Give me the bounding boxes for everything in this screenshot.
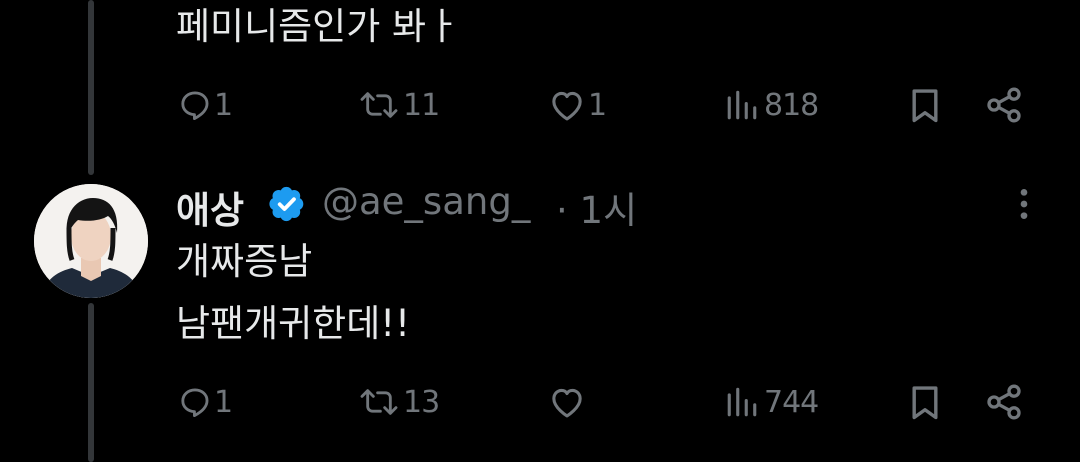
retweet-icon <box>360 92 398 118</box>
verified-badge-icon <box>269 186 304 222</box>
reply-count: 1 <box>214 384 233 420</box>
retweet-icon <box>360 389 398 415</box>
reply-button[interactable]: 1 <box>178 80 233 130</box>
retweet-count: 11 <box>403 87 440 123</box>
bookmark-icon <box>912 89 938 123</box>
reply-icon <box>181 91 209 121</box>
reply-count: 1 <box>214 87 233 123</box>
reply-button[interactable]: 1 <box>178 377 233 427</box>
like-count: 1 <box>588 87 607 123</box>
retweet-button[interactable]: 13 <box>357 377 440 427</box>
like-icon <box>552 91 582 121</box>
like-button[interactable]: 1 <box>548 80 607 130</box>
share-icon <box>987 87 1021 123</box>
bookmark-button[interactable] <box>908 80 942 130</box>
timestamp[interactable]: · 1시 <box>556 180 637 234</box>
share-icon <box>987 384 1021 420</box>
bookmark-icon <box>912 386 938 420</box>
share-button[interactable] <box>984 80 1024 130</box>
views-icon <box>727 90 757 120</box>
views-count: 744 <box>764 384 819 420</box>
retweet-button[interactable]: 11 <box>357 80 440 130</box>
display-name[interactable]: 애상 <box>176 180 244 234</box>
reply-text-line-2: 남팬개귀한데!! <box>176 302 410 345</box>
more-icon[interactable] <box>1004 184 1044 224</box>
views-button[interactable]: 818 <box>722 80 819 130</box>
views-button[interactable]: 744 <box>722 377 819 427</box>
avatar-photo-icon <box>34 184 148 298</box>
views-count: 818 <box>764 87 819 123</box>
bookmark-button[interactable] <box>908 377 942 427</box>
reply-actions: 1 13 744 <box>0 377 1080 427</box>
like-icon <box>552 388 582 418</box>
views-icon <box>727 387 757 417</box>
avatar[interactable] <box>34 184 148 298</box>
like-button[interactable] <box>548 377 588 427</box>
tweet-text: 페미니즘인가 봐ㅏ <box>176 5 461 48</box>
user-handle[interactable]: @ae_sang_ <box>322 180 530 223</box>
share-button[interactable] <box>984 377 1024 427</box>
reply-text-line-1: 개짜증남 <box>176 240 313 283</box>
retweet-count: 13 <box>403 384 440 420</box>
reply-icon <box>181 388 209 418</box>
tweet-actions: 1 11 1 818 <box>0 80 1080 130</box>
